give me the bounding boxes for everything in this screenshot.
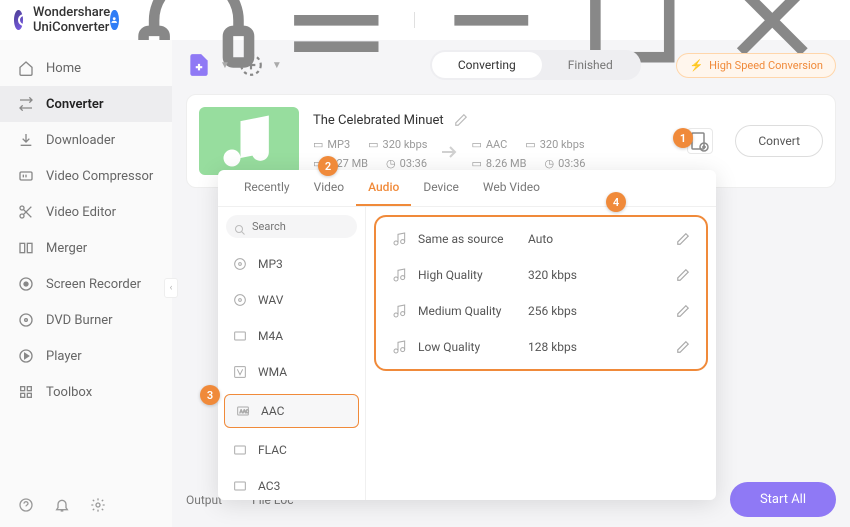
quality-same[interactable]: Same as sourceAuto <box>380 221 702 257</box>
audio-format-icon <box>232 442 248 458</box>
svg-text:AAC: AAC <box>240 409 249 415</box>
quality-list: Same as sourceAuto High Quality320 kbps … <box>366 207 716 500</box>
search-input[interactable] <box>252 220 342 233</box>
search-icon <box>234 221 246 233</box>
sidebar-item-converter[interactable]: Converter <box>0 86 172 122</box>
quality-low[interactable]: Low Quality128 kbps <box>380 329 702 365</box>
output-label: Output <box>186 493 222 507</box>
app-logo <box>14 10 23 30</box>
format-aac[interactable]: AACAAC <box>224 394 359 428</box>
duration-icon: ◷ <box>544 157 554 170</box>
titlebar: Wondershare UniConverter <box>0 0 850 40</box>
sidebar: Home Converter Downloader Video Compress… <box>0 40 172 527</box>
duration-icon: ◷ <box>386 157 396 170</box>
tab-converting[interactable]: Converting <box>432 52 542 78</box>
audio-format-icon <box>232 256 248 272</box>
arrow-icon <box>437 140 461 168</box>
bell-icon[interactable] <box>54 497 70 513</box>
edit-icon[interactable] <box>676 304 690 318</box>
chevron-down-icon[interactable]: ▼ <box>272 60 282 71</box>
audio-format-icon <box>232 292 248 308</box>
annotation-badge-2: 2 <box>318 156 338 176</box>
gear-icon[interactable] <box>90 497 106 513</box>
compress-icon <box>18 168 34 184</box>
converter-icon <box>18 96 34 112</box>
sidebar-item-merger[interactable]: Merger <box>0 230 172 266</box>
sidebar-item-dvd[interactable]: DVD Burner <box>0 302 172 338</box>
sidebar-item-player[interactable]: Player <box>0 338 172 374</box>
high-speed-button[interactable]: ⚡ High Speed Conversion <box>676 53 836 78</box>
audio-format-icon <box>232 478 248 494</box>
audio-format-icon <box>232 328 248 344</box>
music-icon <box>392 231 408 247</box>
file-thumbnail <box>199 107 299 175</box>
format-flac[interactable]: FLAC <box>218 432 365 468</box>
edit-icon[interactable] <box>676 268 690 282</box>
tab-webvideo[interactable]: Web Video <box>471 170 552 206</box>
chevron-down-icon[interactable]: ▼ <box>220 60 230 71</box>
app-title: Wondershare UniConverter <box>33 5 110 35</box>
sidebar-item-editor[interactable]: Video Editor <box>0 194 172 230</box>
edit-name-icon[interactable] <box>454 113 468 127</box>
sidebar-item-downloader[interactable]: Downloader <box>0 122 172 158</box>
audio-format-icon: AAC <box>235 403 251 419</box>
grid-icon <box>18 384 34 400</box>
scissors-icon <box>18 204 34 220</box>
sidebar-collapse-handle[interactable]: ‹ <box>164 278 178 298</box>
bitrate-icon: ▭ <box>368 138 378 151</box>
home-icon <box>18 60 34 76</box>
add-file-button[interactable] <box>186 52 212 78</box>
mode-tabs: Converting Finished <box>430 50 641 80</box>
annotation-badge-1: 1 <box>673 128 693 148</box>
format-ac3[interactable]: AC3 <box>218 468 365 500</box>
add-folder-button[interactable] <box>238 52 264 78</box>
topbar: ▼ ▼ Converting Finished ⚡ High Speed Con… <box>186 50 836 80</box>
sidebar-item-home[interactable]: Home <box>0 50 172 86</box>
format-mp3[interactable]: MP3 <box>218 246 365 282</box>
start-all-button[interactable]: Start All <box>730 482 836 517</box>
audio-format-icon <box>232 364 248 380</box>
popup-tabs: Recently Video Audio Device Web Video <box>218 170 716 207</box>
edit-icon[interactable] <box>676 232 690 246</box>
quality-high[interactable]: High Quality320 kbps <box>380 257 702 293</box>
download-icon <box>18 132 34 148</box>
music-icon <box>392 267 408 283</box>
format-icon: ▭ <box>313 138 323 151</box>
help-icon[interactable] <box>18 497 34 513</box>
format-m4a[interactable]: M4A <box>218 318 365 354</box>
file-name: The Celebrated Minuet <box>313 113 444 128</box>
disc-icon <box>18 312 34 328</box>
play-icon <box>18 348 34 364</box>
size-icon: ▭ <box>471 157 481 170</box>
sidebar-item-toolbox[interactable]: Toolbox <box>0 374 172 410</box>
record-icon <box>18 276 34 292</box>
quality-medium[interactable]: Medium Quality256 kbps <box>380 293 702 329</box>
sidebar-item-compressor[interactable]: Video Compressor <box>0 158 172 194</box>
edit-icon[interactable] <box>676 340 690 354</box>
format-icon: ▭ <box>471 138 481 151</box>
format-wma[interactable]: WMA <box>218 354 365 390</box>
annotation-badge-4: 4 <box>606 192 626 212</box>
bitrate-icon: ▭ <box>525 138 535 151</box>
sidebar-item-recorder[interactable]: Screen Recorder <box>0 266 172 302</box>
convert-button[interactable]: Convert <box>735 125 823 157</box>
tab-finished[interactable]: Finished <box>542 52 639 78</box>
tab-recently[interactable]: Recently <box>232 170 302 206</box>
search-box[interactable] <box>226 215 357 238</box>
merge-icon <box>18 240 34 256</box>
tab-device[interactable]: Device <box>411 170 471 206</box>
music-icon <box>392 339 408 355</box>
lightning-icon: ⚡ <box>689 59 703 72</box>
format-wav[interactable]: WAV <box>218 282 365 318</box>
user-avatar[interactable] <box>110 10 118 30</box>
tab-audio[interactable]: Audio <box>356 170 411 206</box>
music-icon <box>392 303 408 319</box>
format-popup: Recently Video Audio Device Web Video MP… <box>218 170 716 500</box>
format-list: MP3 WAV M4A WMA AACAAC FLAC AC3 <box>218 207 366 500</box>
annotation-badge-3: 3 <box>200 385 220 405</box>
